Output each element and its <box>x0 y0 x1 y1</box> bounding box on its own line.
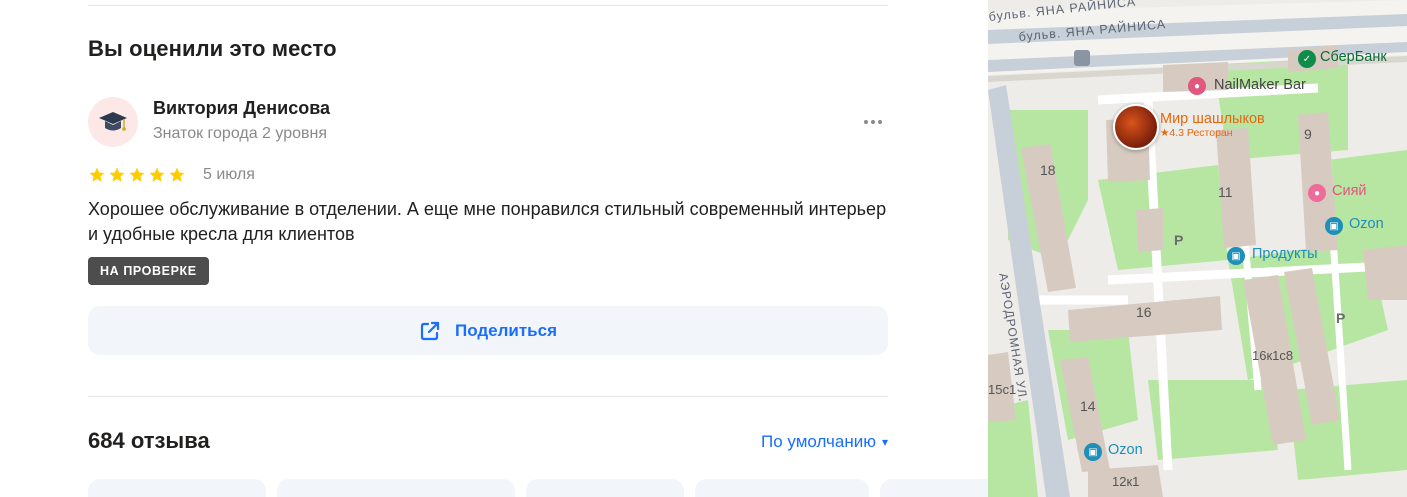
poi-ozon-2[interactable]: Ozon <box>1108 442 1143 458</box>
ozon-icon[interactable]: ▣ <box>1084 443 1102 461</box>
avatar[interactable] <box>88 97 138 147</box>
review-panel: Вы оценили это место Виктория Денисова З… <box>0 0 988 497</box>
house-number: 18 <box>1040 162 1056 178</box>
poi-siyai[interactable]: Сияй <box>1332 183 1367 199</box>
star-icon <box>89 167 105 182</box>
poi-produkty[interactable]: Продукты <box>1252 246 1318 262</box>
house-number: 14 <box>1080 398 1096 414</box>
parking-icon: P <box>1336 310 1346 326</box>
star-icon <box>149 167 165 182</box>
grocery-icon[interactable]: ▣ <box>1227 247 1245 265</box>
review-tag-chip[interactable] <box>526 479 684 497</box>
more-options-button[interactable] <box>858 112 888 132</box>
poi-ozon-1[interactable]: Ozon <box>1349 216 1384 232</box>
status-badge: НА ПРОВЕРКЕ <box>88 257 209 285</box>
divider-bottom <box>88 396 888 397</box>
ozon-icon[interactable]: ▣ <box>1325 217 1343 235</box>
house-number: 9 <box>1304 126 1312 142</box>
dot-icon <box>878 120 882 124</box>
restaurant-photo-pin[interactable] <box>1113 104 1159 150</box>
parking-icon: P <box>1174 232 1184 248</box>
beauty-salon-icon[interactable]: ● <box>1308 184 1326 202</box>
house-number: 11 <box>1218 184 1233 200</box>
share-label: Поделиться <box>454 320 558 340</box>
rating-stars <box>88 166 186 184</box>
reviews-count: 684 отзыва <box>88 428 210 453</box>
sort-label: По умолчанию <box>761 432 876 451</box>
review-text: Хорошее обслуживание в отделении. А еще … <box>88 199 887 244</box>
poi-sberbank[interactable]: СберБанк <box>1320 49 1387 65</box>
dot-icon <box>864 120 868 124</box>
review-tag-chip[interactable] <box>695 479 869 497</box>
star-icon <box>129 167 145 182</box>
star-icon <box>109 167 125 182</box>
map[interactable]: бульв. ЯНА РАЙНИСА бульв. ЯНА РАЙНИСА АЭ… <box>988 0 1407 497</box>
share-button[interactable]: Поделиться <box>88 306 888 355</box>
dot-icon <box>871 120 875 124</box>
house-number: 12к1 <box>1112 474 1140 489</box>
graduation-cap-icon <box>99 112 127 131</box>
author-level: Знаток города 2 уровня <box>153 125 328 142</box>
review-tag-chip[interactable] <box>277 479 515 497</box>
house-number: 15с1 <box>988 382 1017 397</box>
review-tag-chip[interactable] <box>88 479 266 497</box>
sort-select[interactable]: По умолчанию ▾ <box>761 432 888 452</box>
nail-salon-icon[interactable]: ● <box>1188 77 1206 95</box>
map-canvas <box>988 0 1407 497</box>
section-title: Вы оценили это место <box>88 36 337 61</box>
poi-restaurant-name[interactable]: Мир шашлыков <box>1160 111 1265 127</box>
share-icon <box>420 321 440 340</box>
review-date: 5 июля <box>203 166 255 183</box>
star-icon <box>169 167 185 182</box>
divider-top <box>88 5 888 6</box>
chevron-down-icon: ▾ <box>881 435 888 449</box>
poi-nailmaker[interactable]: NailMaker Bar <box>1214 77 1306 93</box>
sberbank-icon[interactable]: ✓ <box>1298 50 1316 68</box>
metro-entrance-icon[interactable] <box>1074 50 1090 66</box>
poi-restaurant-meta: ★4.3 Ресторан <box>1160 127 1233 139</box>
house-number: 16к1с8 <box>1252 348 1294 363</box>
author-name[interactable]: Виктория Денисова <box>153 98 330 119</box>
house-number: 16 <box>1136 304 1152 320</box>
review-tag-chip[interactable] <box>880 479 988 497</box>
